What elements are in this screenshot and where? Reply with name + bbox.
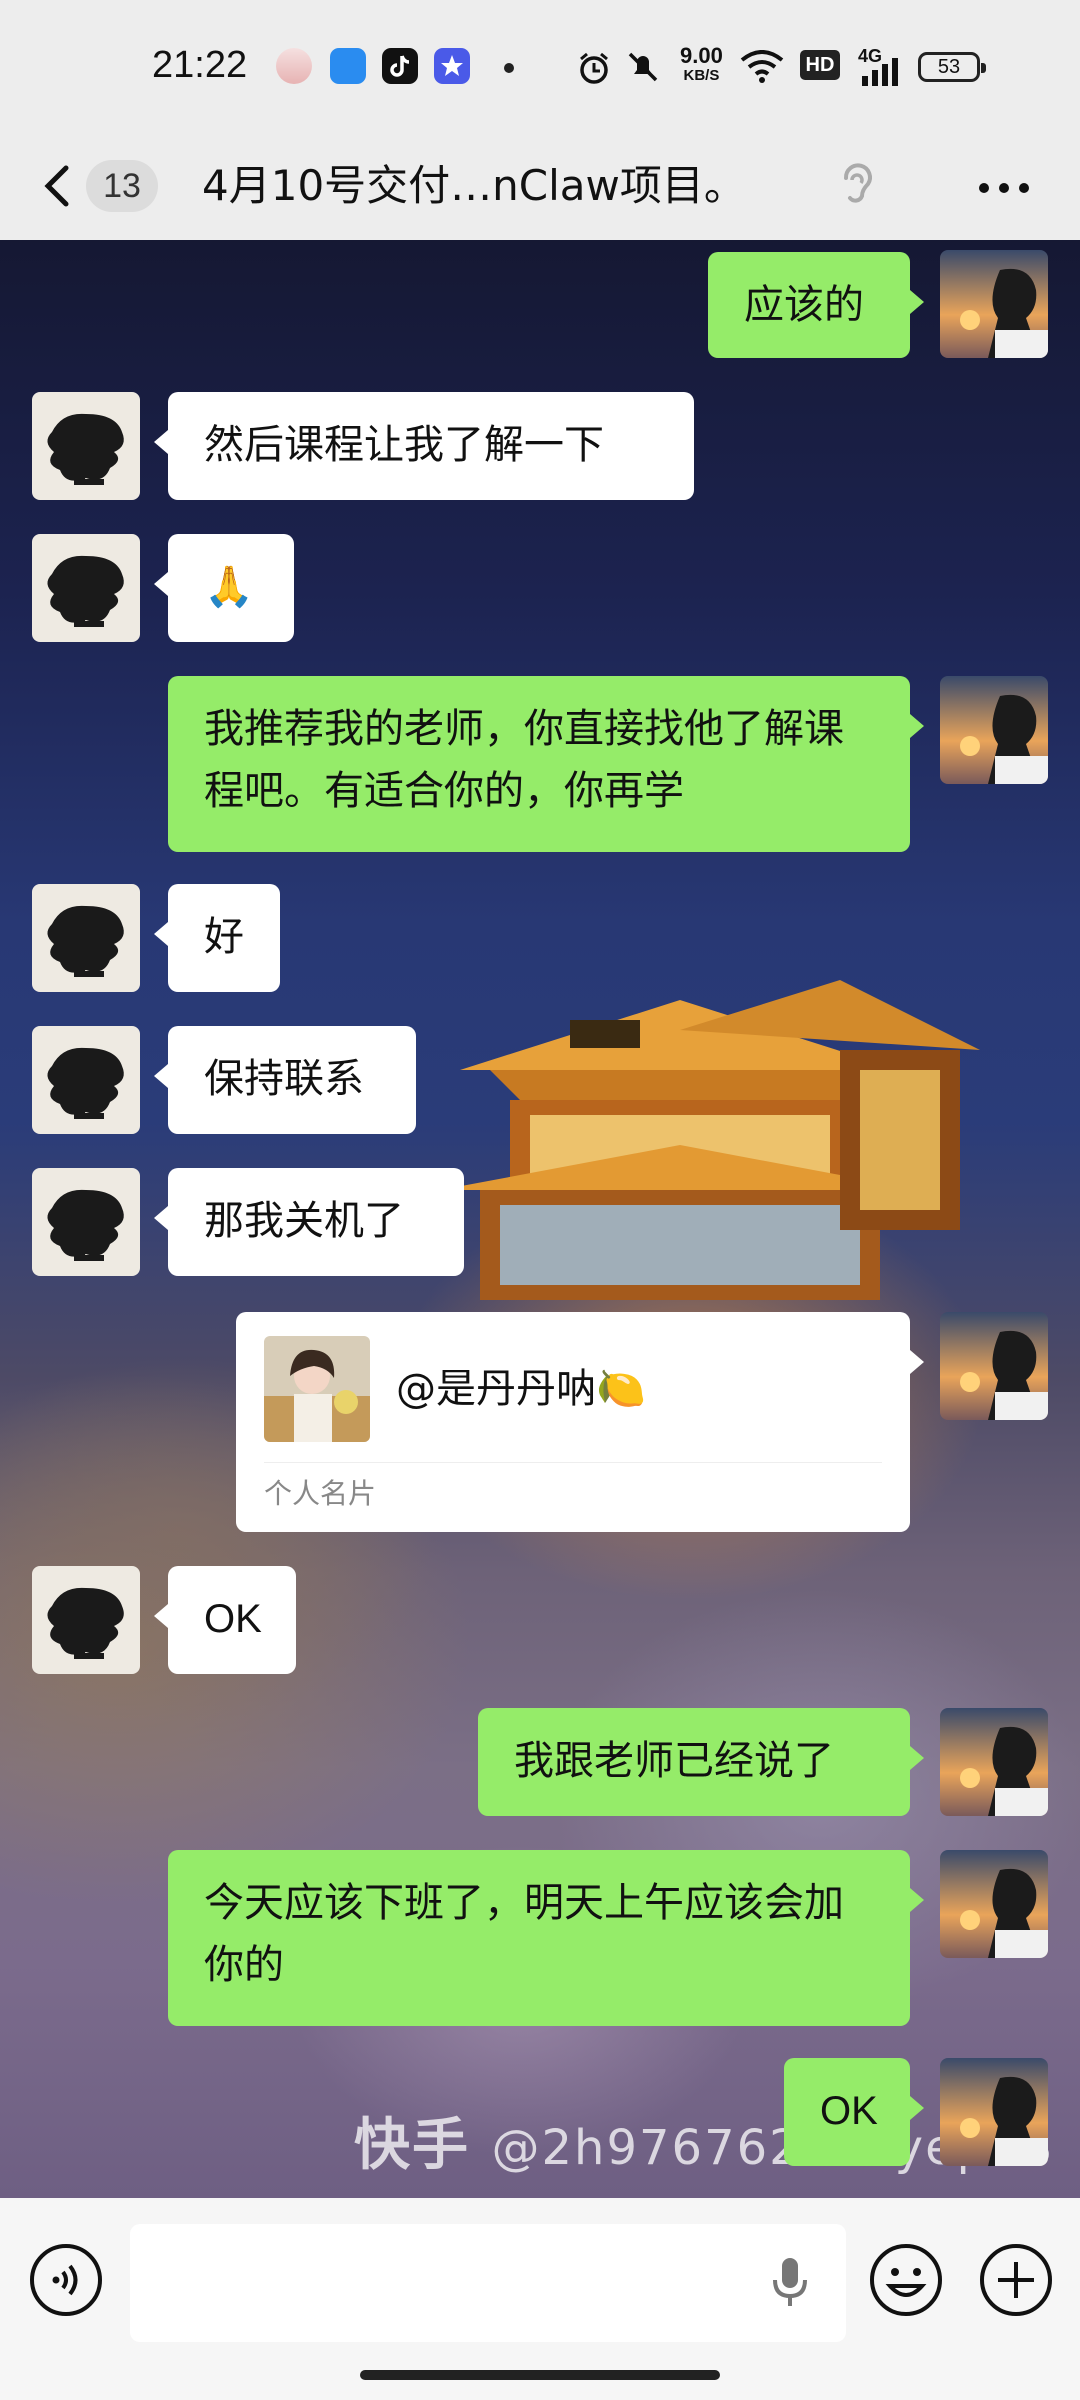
back-arrow-icon[interactable] [38, 164, 78, 208]
signal-icon [862, 58, 898, 86]
background-pavilion-image [440, 980, 980, 1300]
wifi-icon [740, 50, 784, 83]
contact-card-name: @是丹丹呐🍋 [396, 1366, 646, 1412]
net-speed: 9.00 KB/S [680, 43, 723, 85]
status-bar: 21:22 9.00 KB/S HD 4G 53 [0, 0, 1080, 132]
emoji-icon[interactable] [868, 2242, 944, 2318]
more-functions-plus-icon[interactable] [978, 2242, 1054, 2318]
alarm-icon [580, 52, 608, 84]
message-bubble-received[interactable]: OK [154, 1566, 296, 1674]
more-options-icon[interactable] [978, 182, 1030, 194]
chat-title[interactable]: 4月10号交付…nClaw项目。 [202, 154, 746, 218]
my-avatar[interactable] [940, 1850, 1048, 1958]
message-bubble-received[interactable]: 保持联系 [154, 1026, 416, 1134]
contact-card-type-label: 个人名片 [264, 1477, 377, 1510]
app-icon-star [434, 48, 470, 84]
message-bubble-sent[interactable]: 今天应该下班了，明天上午应该会加你的 [168, 1850, 924, 2026]
home-indicator[interactable] [360, 2370, 720, 2380]
notification-dot [504, 63, 514, 73]
contact-avatar[interactable] [32, 392, 140, 500]
my-avatar[interactable] [940, 250, 1048, 358]
contact-avatar[interactable] [32, 534, 140, 642]
message-bubble-received[interactable]: 那我关机了 [154, 1168, 464, 1276]
contact-card-message[interactable]: @是丹丹呐🍋 个人名片 [236, 1312, 924, 1532]
contact-avatar[interactable] [32, 1168, 140, 1276]
chat-header: 13 4月10号交付…nClaw项目。 [0, 132, 1080, 240]
contact-avatar[interactable] [32, 1026, 140, 1134]
status-time: 21:22 [152, 44, 248, 86]
message-input[interactable] [130, 2224, 846, 2342]
contact-card-photo [264, 1336, 370, 1442]
my-avatar[interactable] [940, 1708, 1048, 1816]
my-avatar[interactable] [940, 676, 1048, 784]
app-icon-blue [330, 48, 366, 84]
microphone-icon[interactable] [770, 2254, 810, 2312]
earpiece-mode-icon[interactable] [836, 158, 876, 214]
contact-avatar[interactable] [32, 1566, 140, 1674]
message-bubble-received[interactable]: 🙏 [154, 534, 294, 642]
message-bubble-received[interactable]: 然后课程让我了解一下 [154, 392, 694, 500]
voice-input-toggle-icon[interactable] [28, 2242, 104, 2318]
message-bubble-sent[interactable]: 应该的 [708, 252, 924, 358]
contact-avatar[interactable] [32, 884, 140, 992]
hd-icon: HD [800, 50, 840, 80]
message-bubble-received[interactable]: 好 [154, 884, 280, 992]
mute-icon [628, 52, 658, 82]
my-avatar[interactable] [940, 1312, 1048, 1420]
app-icon-avatar [276, 48, 312, 84]
message-bubble-sent[interactable]: 我推荐我的老师，你直接找他了解课程吧。有适合你的，你再学 [168, 676, 924, 852]
contact-card-divider [264, 1462, 882, 1463]
message-bubble-sent[interactable]: OK [784, 2058, 924, 2166]
battery-indicator: 53 [918, 52, 986, 82]
unread-count-badge[interactable]: 13 [86, 160, 158, 212]
tiktok-icon [382, 48, 418, 84]
message-bubble-sent[interactable]: 我跟老师已经说了 [478, 1708, 924, 1816]
my-avatar[interactable] [940, 2058, 1048, 2166]
